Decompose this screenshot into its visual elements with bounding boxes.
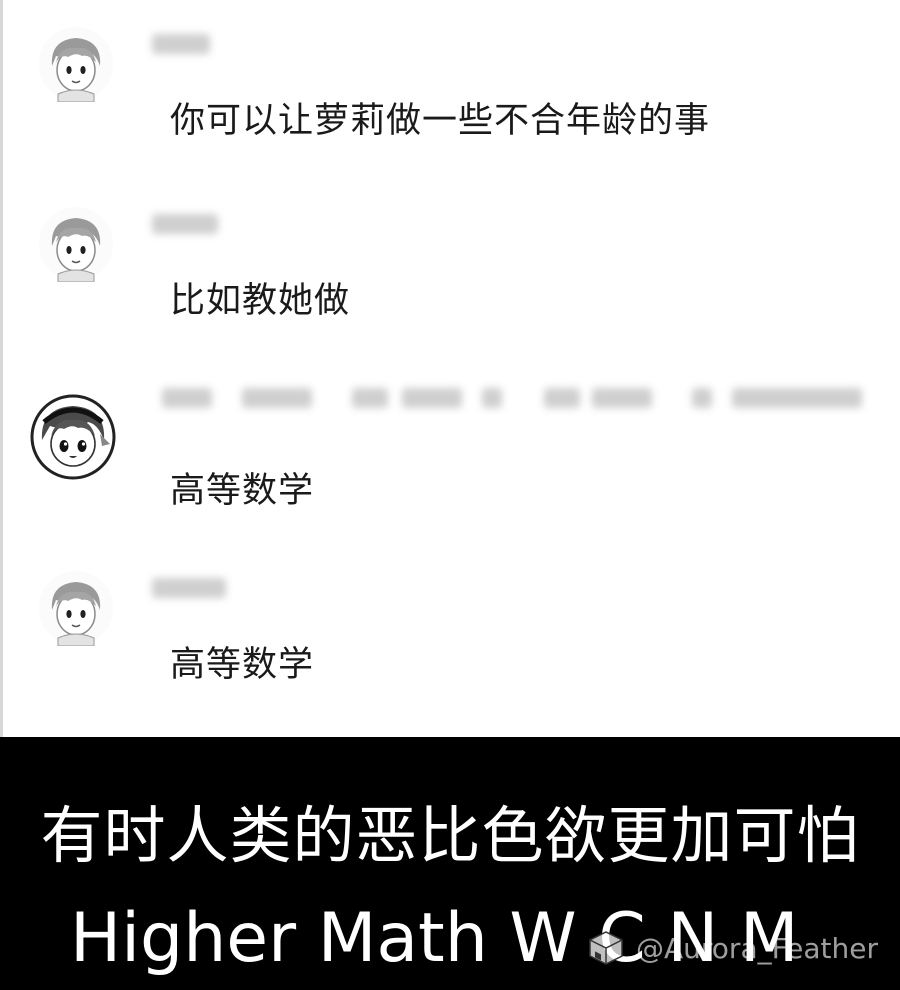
chat-message-list[interactable]: 你可以让萝莉做一些不合年龄的事 比如教她做 高等数学 高等数学	[0, 0, 900, 737]
watermark: @Aurora_Feather	[586, 923, 878, 973]
message-text: 高等数学	[170, 471, 315, 511]
girl-headband-avatar-icon[interactable]	[30, 394, 116, 480]
caption-chinese: 有时人类的恶比色欲更加可怕	[40, 799, 860, 872]
caption-banner: 有时人类的恶比色欲更加可怕 Higher Math W C N M @Auror…	[0, 737, 900, 990]
boy-avatar-icon[interactable]	[38, 570, 114, 646]
message-text: 比如教她做	[170, 281, 351, 321]
message-text: 你可以让萝莉做一些不合年龄的事	[170, 101, 711, 141]
chat-message: 高等数学	[0, 388, 900, 552]
message-text: 高等数学	[170, 645, 315, 685]
chat-message: 你可以让萝莉做一些不合年龄的事	[0, 26, 900, 186]
package-box-icon	[586, 928, 626, 968]
chat-message: 高等数学	[0, 570, 900, 730]
screenshot: 你可以让萝莉做一些不合年龄的事 比如教她做 高等数学 高等数学 有时人类的恶比色…	[0, 0, 900, 990]
chat-message: 比如教她做	[0, 206, 900, 366]
watermark-text: @Aurora_Feather	[636, 931, 879, 965]
boy-avatar-icon[interactable]	[38, 206, 114, 282]
boy-avatar-icon[interactable]	[38, 26, 114, 102]
